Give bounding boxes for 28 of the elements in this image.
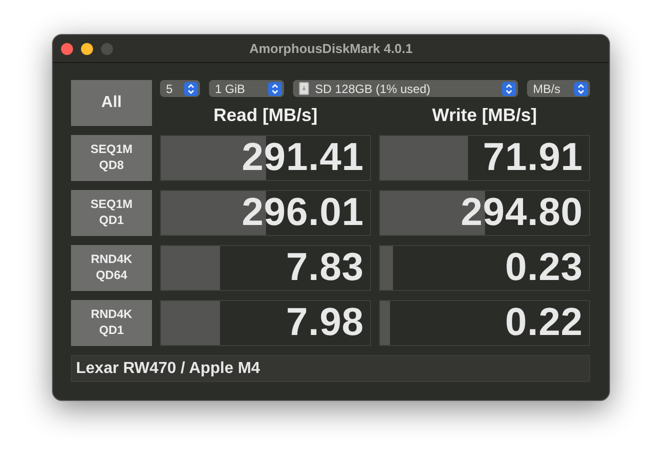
dropdown[interactable]: 5: [160, 80, 200, 97]
stepper-icon: [574, 82, 588, 96]
result-value: 7.98: [286, 301, 364, 345]
result-value: 291.41: [242, 136, 364, 180]
test-button[interactable]: SEQ1M QD1: [71, 190, 152, 236]
test-button[interactable]: SEQ1M QD8: [71, 135, 152, 181]
result-value: 296.01: [242, 191, 364, 235]
run-all-button[interactable]: All: [71, 80, 152, 126]
drive-icon: [299, 82, 309, 95]
test-button[interactable]: RND4K QD64: [71, 245, 152, 291]
dropdown[interactable]: 1 GiB: [209, 80, 284, 97]
stepper-icon: [502, 82, 516, 96]
result-value: 7.83: [286, 246, 364, 290]
test-button[interactable]: RND4K QD1: [71, 300, 152, 346]
comment-field[interactable]: Lexar RW470 / Apple M4: [71, 355, 590, 382]
column-header: Write [MB/s]: [431, 105, 538, 126]
minimize-button[interactable]: [81, 42, 93, 54]
result-value: 0.22: [505, 301, 583, 345]
window-title: AmorphousDiskMark 4.0.1: [249, 41, 413, 56]
stepper-icon: [184, 82, 198, 96]
column-header: Read [MB/s]: [212, 105, 318, 126]
dropdown[interactable]: SD 128GB (1% used): [293, 80, 518, 97]
close-button[interactable]: [61, 42, 73, 54]
result-value: 0.23: [505, 246, 583, 290]
stepper-icon: [268, 82, 282, 96]
result-value: 71.91: [482, 136, 583, 180]
dropdown[interactable]: MB/s: [527, 80, 590, 97]
result-value: 294.80: [460, 191, 583, 235]
